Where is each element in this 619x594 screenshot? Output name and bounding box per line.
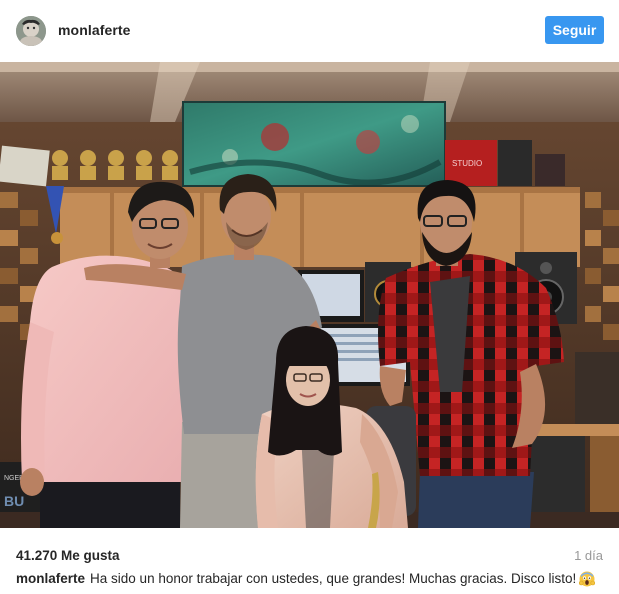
caption-username[interactable]: monlaferte [16,571,85,586]
post-timestamp[interactable]: 1 día [574,548,603,563]
post-caption: monlaferte Ha sido un honor trabajar con … [16,571,596,590]
face-screaming-in-fear-icon [579,571,596,590]
post-photo[interactable]: STUDIO NGER BU [0,62,619,528]
studio-group-photo: STUDIO NGER BU [0,62,619,528]
post-footer: 41.270 Me gusta 1 día monlaferte Ha sido … [0,528,619,594]
avatar-image [16,16,46,46]
post-username[interactable]: monlaferte [58,22,131,38]
amp-label-large: BU [4,493,24,509]
rack-label: STUDIO [452,159,482,168]
user-avatar[interactable] [16,16,46,46]
post-header: monlaferte Seguir [0,0,619,62]
caption-text: Ha sido un honor trabajar con ustedes, q… [90,571,577,586]
likes-count[interactable]: 41.270 Me gusta [16,548,120,563]
follow-button[interactable]: Seguir [545,16,604,44]
instagram-post: monlaferte Seguir STUDIO NGER BU 41.270 … [0,0,619,594]
